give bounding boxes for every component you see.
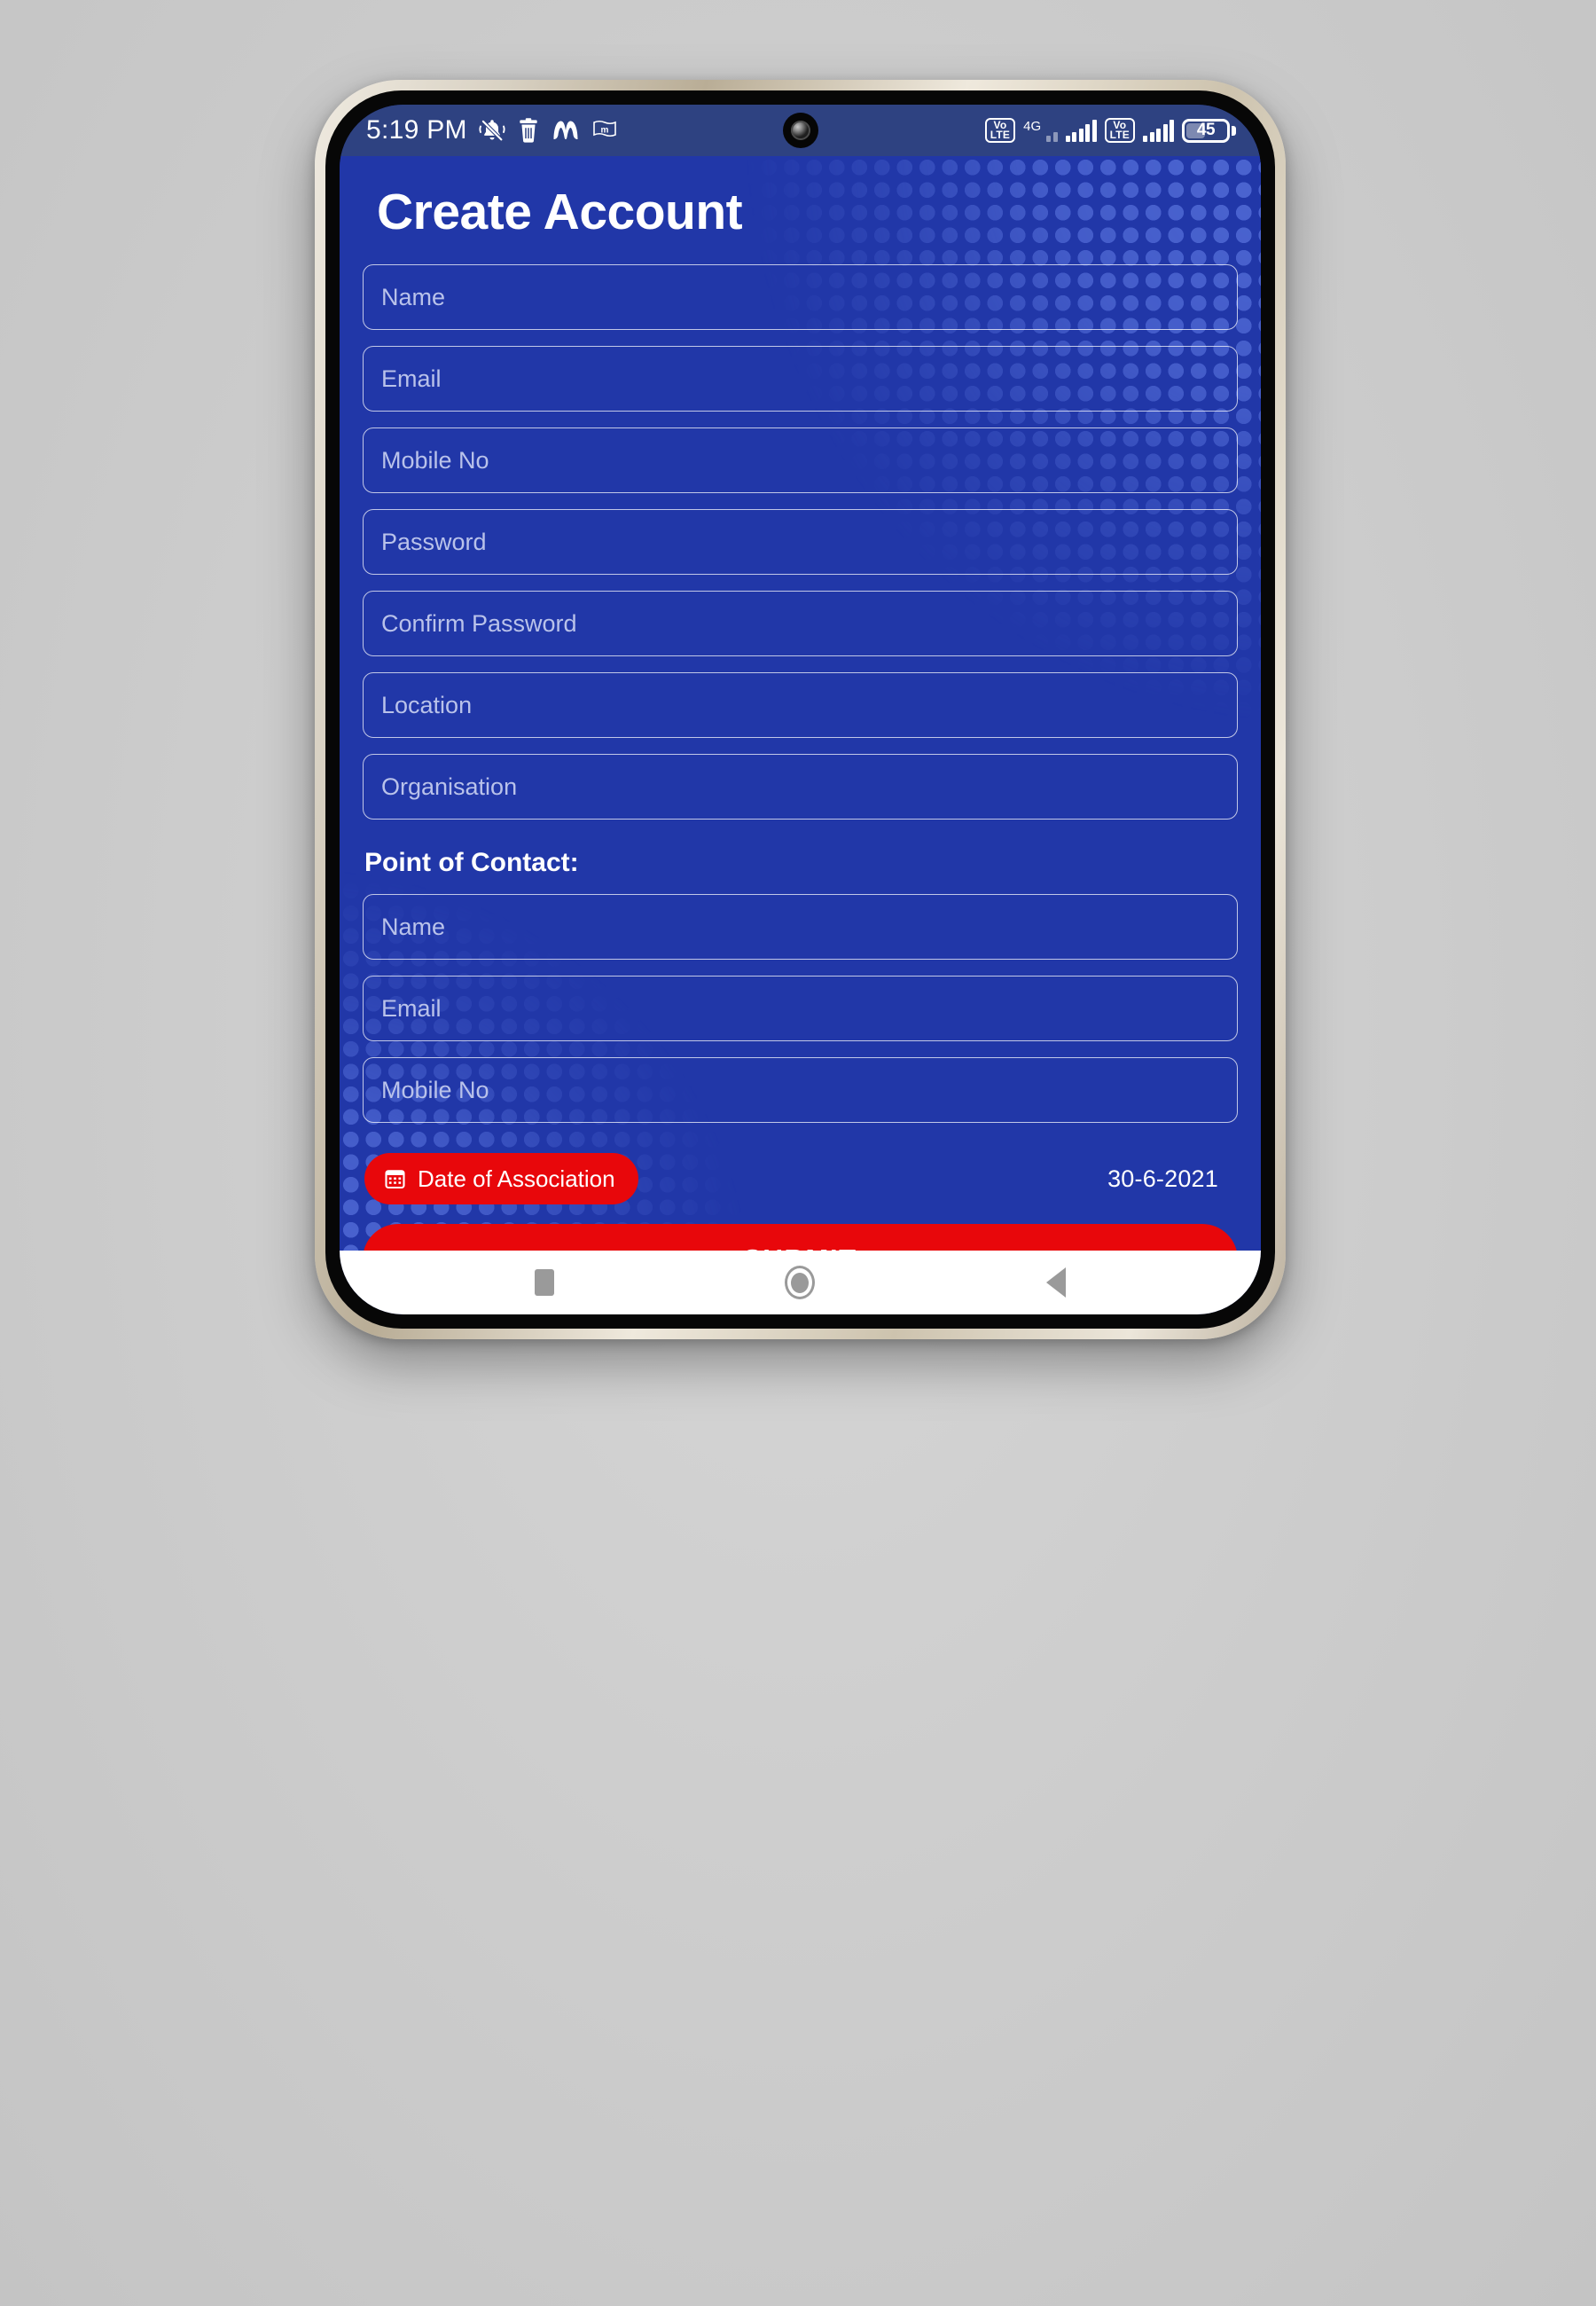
mute-bell-icon bbox=[479, 117, 505, 144]
poc-mobile-no-input[interactable] bbox=[363, 1057, 1238, 1123]
camera-lens-icon bbox=[790, 121, 810, 140]
m-logo-icon bbox=[552, 119, 580, 142]
password-input[interactable] bbox=[363, 509, 1238, 575]
phone-bezel: 5:19 PM m Vo LTE 4G Vo LTE 45 Create Acc… bbox=[325, 90, 1275, 1329]
point-of-contact-heading: Point of Contact: bbox=[364, 848, 579, 877]
submit-button[interactable]: SUBMIT bbox=[363, 1224, 1238, 1251]
organisation-input[interactable] bbox=[363, 754, 1238, 820]
selected-date-value: 30-6-2021 bbox=[1107, 1165, 1218, 1192]
status-bar-clock: 5:19 PM bbox=[366, 115, 467, 145]
signal-bars-icon-sim1 bbox=[1065, 119, 1097, 142]
status-bar: 5:19 PM m Vo LTE 4G Vo LTE 45 bbox=[340, 105, 1261, 156]
form-content: Create Account Point of Contact: bbox=[340, 156, 1261, 1251]
mobile-no-input[interactable] bbox=[363, 427, 1238, 493]
network-type-label: 4G bbox=[1023, 118, 1042, 134]
home-circle-icon[interactable] bbox=[785, 1266, 816, 1299]
status-bar-right-group: Vo LTE 4G Vo LTE 45 bbox=[984, 117, 1236, 144]
status-bar-left-group: 5:19 PM m bbox=[366, 115, 618, 145]
battery-tip bbox=[1232, 125, 1236, 136]
trash-icon bbox=[517, 118, 540, 143]
volte-badge-sim2: Vo LTE bbox=[1104, 117, 1135, 144]
date-of-association-button[interactable]: Date of Association bbox=[364, 1153, 638, 1204]
battery-shell: 45 bbox=[1182, 118, 1230, 143]
android-navigation-bar bbox=[340, 1251, 1261, 1314]
battery-icon: 45 bbox=[1182, 118, 1236, 143]
recents-square-icon[interactable] bbox=[535, 1269, 555, 1296]
battery-level-label: 45 bbox=[1196, 121, 1216, 139]
name-input[interactable] bbox=[363, 264, 1238, 330]
calendar-icon bbox=[384, 1167, 406, 1190]
volte-badge-sim1: Vo LTE bbox=[984, 117, 1016, 144]
phone-screen: 5:19 PM m Vo LTE 4G Vo LTE 45 Create Acc… bbox=[340, 105, 1261, 1314]
svg-text:m: m bbox=[600, 125, 608, 135]
app-screen: Create Account Point of Contact: bbox=[340, 156, 1261, 1251]
screenshot-canvas: 5:19 PM m Vo LTE 4G Vo LTE 45 Create Acc… bbox=[0, 0, 1596, 2306]
poc-name-input[interactable] bbox=[363, 894, 1238, 960]
phone-device-frame: 5:19 PM m Vo LTE 4G Vo LTE 45 Create Acc… bbox=[315, 80, 1286, 1339]
date-of-association-label: Date of Association bbox=[418, 1165, 615, 1192]
poc-email-input[interactable] bbox=[363, 976, 1238, 1041]
page-title: Create Account bbox=[377, 184, 743, 240]
email-input[interactable] bbox=[363, 346, 1238, 412]
location-input[interactable] bbox=[363, 672, 1238, 738]
back-triangle-icon[interactable] bbox=[1045, 1267, 1066, 1298]
signal-bars-icon-sim2 bbox=[1143, 119, 1174, 142]
data-activity-icon bbox=[1046, 119, 1058, 142]
flag-m-icon: m bbox=[591, 119, 618, 142]
front-camera-punch-hole bbox=[782, 113, 818, 148]
date-of-association-row: Date of Association 30-6-2021 bbox=[364, 1153, 1238, 1204]
confirm-password-input[interactable] bbox=[363, 591, 1238, 656]
